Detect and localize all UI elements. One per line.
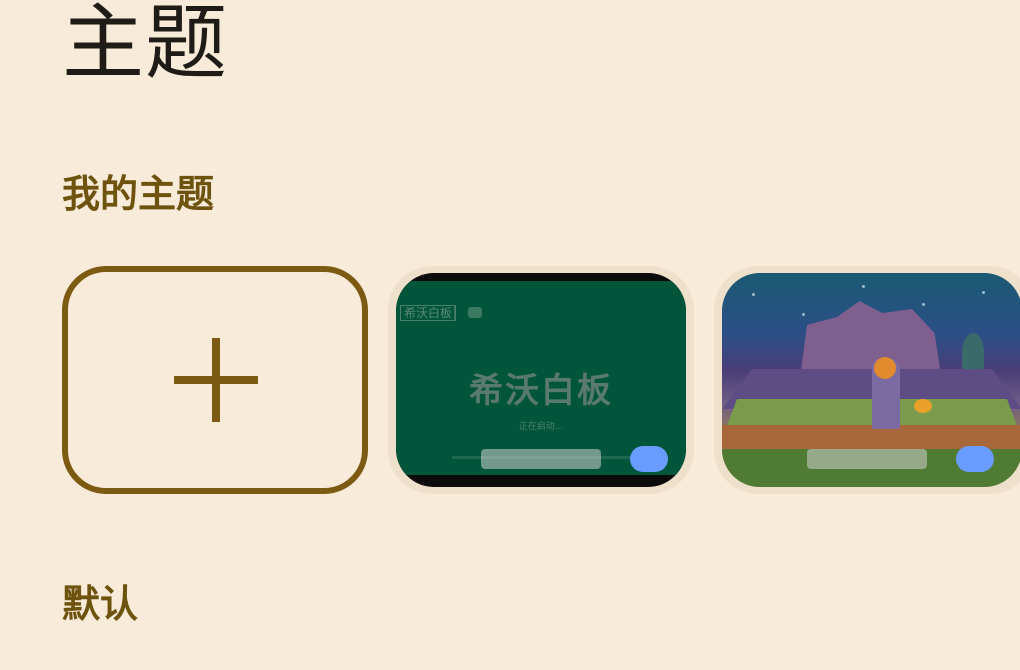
theme-toggle[interactable]	[630, 446, 668, 472]
theme-card-game[interactable]	[714, 266, 1020, 494]
theme-thumbnail: 希沃白板 希沃白板 正在启动...	[396, 273, 686, 487]
app-logo: 希沃白板	[400, 305, 457, 321]
theme-thumbnail	[722, 273, 1020, 487]
theme-toggle[interactable]	[956, 446, 994, 472]
tree-shape	[962, 333, 984, 373]
badge-icon	[468, 307, 482, 318]
theme-name-field	[807, 449, 927, 469]
page-title: 主题	[62, 0, 229, 91]
add-theme-button[interactable]	[62, 266, 368, 494]
loading-text: 正在启动...	[518, 422, 564, 432]
section-title-my-themes: 我的主题	[62, 172, 215, 216]
section-title-default: 默认	[62, 582, 139, 626]
theme-card-whiteboard[interactable]: 希沃白板 希沃白板 正在启动...	[388, 266, 694, 494]
thumbnail-title: 希沃白板	[469, 371, 613, 411]
theme-name-field	[481, 449, 601, 469]
